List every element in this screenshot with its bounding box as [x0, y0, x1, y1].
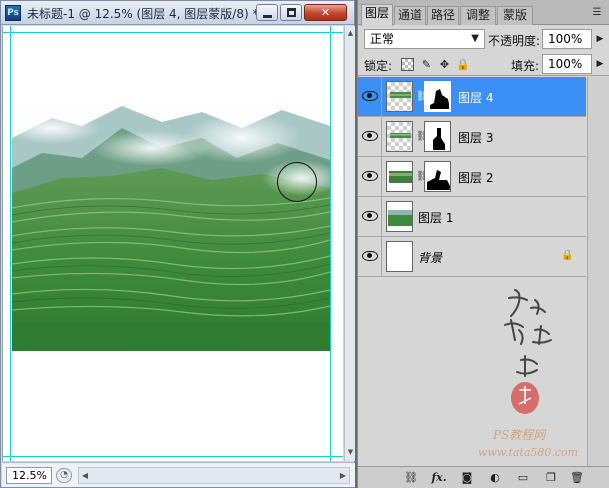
layer-row-4[interactable]: ⛓ 图层 4: [358, 77, 586, 117]
layer-thumbnail[interactable]: [386, 201, 413, 232]
eye-icon: [362, 211, 378, 221]
layer-mask-thumbnail[interactable]: [424, 161, 451, 192]
layer-row-2[interactable]: ⛓ 图层 2: [358, 157, 586, 197]
document-status-bar: 12.5% ◔ ◀ ▶: [2, 462, 355, 487]
blend-mode-value: 正常: [370, 32, 395, 46]
new-layer-icon[interactable]: ❐: [542, 470, 560, 485]
blend-mode-select[interactable]: 正常 ▼: [364, 29, 485, 49]
fill-field[interactable]: 100%: [542, 54, 592, 74]
layer-row-background[interactable]: 背景 🔒: [358, 237, 586, 277]
guide-line-horizontal-bottom[interactable]: [3, 456, 343, 457]
layer-name[interactable]: 背景: [418, 249, 442, 266]
vertical-scrollbar[interactable]: ▲ ▼: [344, 26, 355, 461]
fx-icon[interactable]: fx.: [430, 470, 448, 485]
layer-row-3[interactable]: ⛓ 图层 3: [358, 117, 586, 157]
visibility-toggle[interactable]: [358, 197, 382, 236]
guide-line-vertical-left[interactable]: [10, 26, 11, 461]
panel-menu-icon[interactable]: ☰: [590, 8, 604, 18]
photoshop-icon: Ps: [5, 5, 21, 21]
eye-icon: [362, 171, 378, 181]
lock-move-icon[interactable]: ✥: [438, 58, 451, 71]
layer-thumbnail[interactable]: [386, 81, 413, 112]
minimize-icon: [263, 15, 272, 18]
eye-icon: [362, 251, 378, 261]
visibility-toggle[interactable]: [358, 157, 382, 196]
tab-paths[interactable]: 路径: [427, 6, 459, 25]
tab-adjustments[interactable]: 调整: [460, 6, 496, 25]
eye-icon: [362, 131, 378, 141]
horizontal-scrollbar[interactable]: ◀ ▶: [78, 467, 350, 484]
chain-link-icon[interactable]: ⛓: [416, 90, 429, 103]
guide-line-vertical-right[interactable]: [330, 26, 331, 461]
layer-name[interactable]: 图层 4: [458, 89, 493, 106]
lock-transparency-icon[interactable]: [401, 58, 414, 71]
panel-footer: ⛓ fx. ◙ ◐ ▭ ❐ 🗑: [358, 466, 609, 488]
adjustment-icon[interactable]: ◐: [486, 470, 504, 485]
close-icon: ✕: [320, 6, 331, 19]
visibility-toggle[interactable]: [358, 237, 382, 276]
watermark-site-name: PS教程网: [493, 428, 546, 442]
visibility-toggle[interactable]: [358, 117, 382, 156]
layer-name[interactable]: 图层 3: [458, 129, 493, 146]
visibility-toggle[interactable]: [358, 77, 382, 116]
document-titlebar[interactable]: Ps 未标题-1 @ 12.5% (图层 4, 图层蒙版/8) * ✕: [1, 1, 354, 25]
zoom-level-field[interactable]: 12.5%: [6, 467, 52, 484]
fill-label: 填充:: [511, 59, 540, 73]
add-mask-icon[interactable]: ◙: [458, 470, 476, 485]
opacity-field[interactable]: 100%: [542, 29, 592, 49]
chain-link-icon[interactable]: ⛓: [416, 130, 429, 143]
layer-thumbnail[interactable]: [386, 161, 413, 192]
eye-icon: [362, 91, 378, 101]
tea-plantation-image: [12, 98, 330, 351]
guide-line-horizontal-top[interactable]: [3, 32, 343, 33]
watermark-url: www.tata580.com: [478, 446, 579, 459]
layer-name[interactable]: 图层 1: [418, 209, 453, 226]
brush-cursor: [277, 162, 317, 202]
scroll-down-icon[interactable]: ▼: [346, 447, 355, 457]
layer-thumbnail[interactable]: [386, 121, 413, 152]
tab-channels[interactable]: 通道: [394, 6, 426, 25]
status-info-button[interactable]: ◔: [56, 468, 72, 483]
scroll-up-icon[interactable]: ▲: [346, 28, 355, 38]
document-title: 未标题-1 @ 12.5% (图层 4, 图层蒙版/8) *: [27, 7, 259, 21]
layer-mask-thumbnail[interactable]: [424, 81, 451, 112]
chain-link-icon[interactable]: ⛓: [416, 170, 429, 183]
minimize-button[interactable]: [256, 4, 278, 21]
lock-label: 锁定:: [364, 59, 393, 73]
opacity-slider-arrow-icon[interactable]: ▶: [594, 29, 606, 49]
layer-mask-thumbnail[interactable]: [424, 121, 451, 152]
link-icon[interactable]: ⛓: [402, 470, 420, 485]
folder-icon[interactable]: ▭: [514, 470, 532, 485]
lock-all-icon[interactable]: 🔒: [456, 58, 470, 71]
opacity-label: 不透明度:: [488, 34, 541, 48]
lock-row: 锁定: ✎ ✥ 🔒 填充: 100% ▶: [358, 52, 609, 76]
scroll-left-icon[interactable]: ◀: [80, 469, 90, 482]
document-canvas[interactable]: [2, 26, 343, 461]
layer-thumbnail[interactable]: [386, 241, 413, 272]
blend-row: 正常 ▼ 不透明度: 100% ▶: [358, 26, 609, 52]
layer-row-1[interactable]: 图层 1: [358, 197, 586, 237]
maximize-button[interactable]: [280, 4, 302, 21]
lock-paint-icon[interactable]: ✎: [420, 58, 433, 71]
chevron-down-icon: ▼: [471, 33, 479, 44]
document-window: Ps 未标题-1 @ 12.5% (图层 4, 图层蒙版/8) * ✕ ▲ ▼ …: [0, 0, 355, 488]
scroll-right-icon[interactable]: ▶: [338, 469, 348, 482]
tab-masks[interactable]: 蒙版: [497, 6, 533, 25]
close-button[interactable]: ✕: [304, 4, 347, 21]
padlock-icon: 🔒: [561, 250, 574, 261]
tab-layers[interactable]: 图层: [361, 4, 393, 26]
maximize-icon: [287, 8, 296, 17]
trash-icon[interactable]: 🗑: [568, 470, 586, 485]
fill-slider-arrow-icon[interactable]: ▶: [594, 54, 606, 74]
panel-tab-bar: 图层 通道 路径 调整 蒙版 ☰: [358, 0, 609, 26]
layer-name[interactable]: 图层 2: [458, 169, 493, 186]
